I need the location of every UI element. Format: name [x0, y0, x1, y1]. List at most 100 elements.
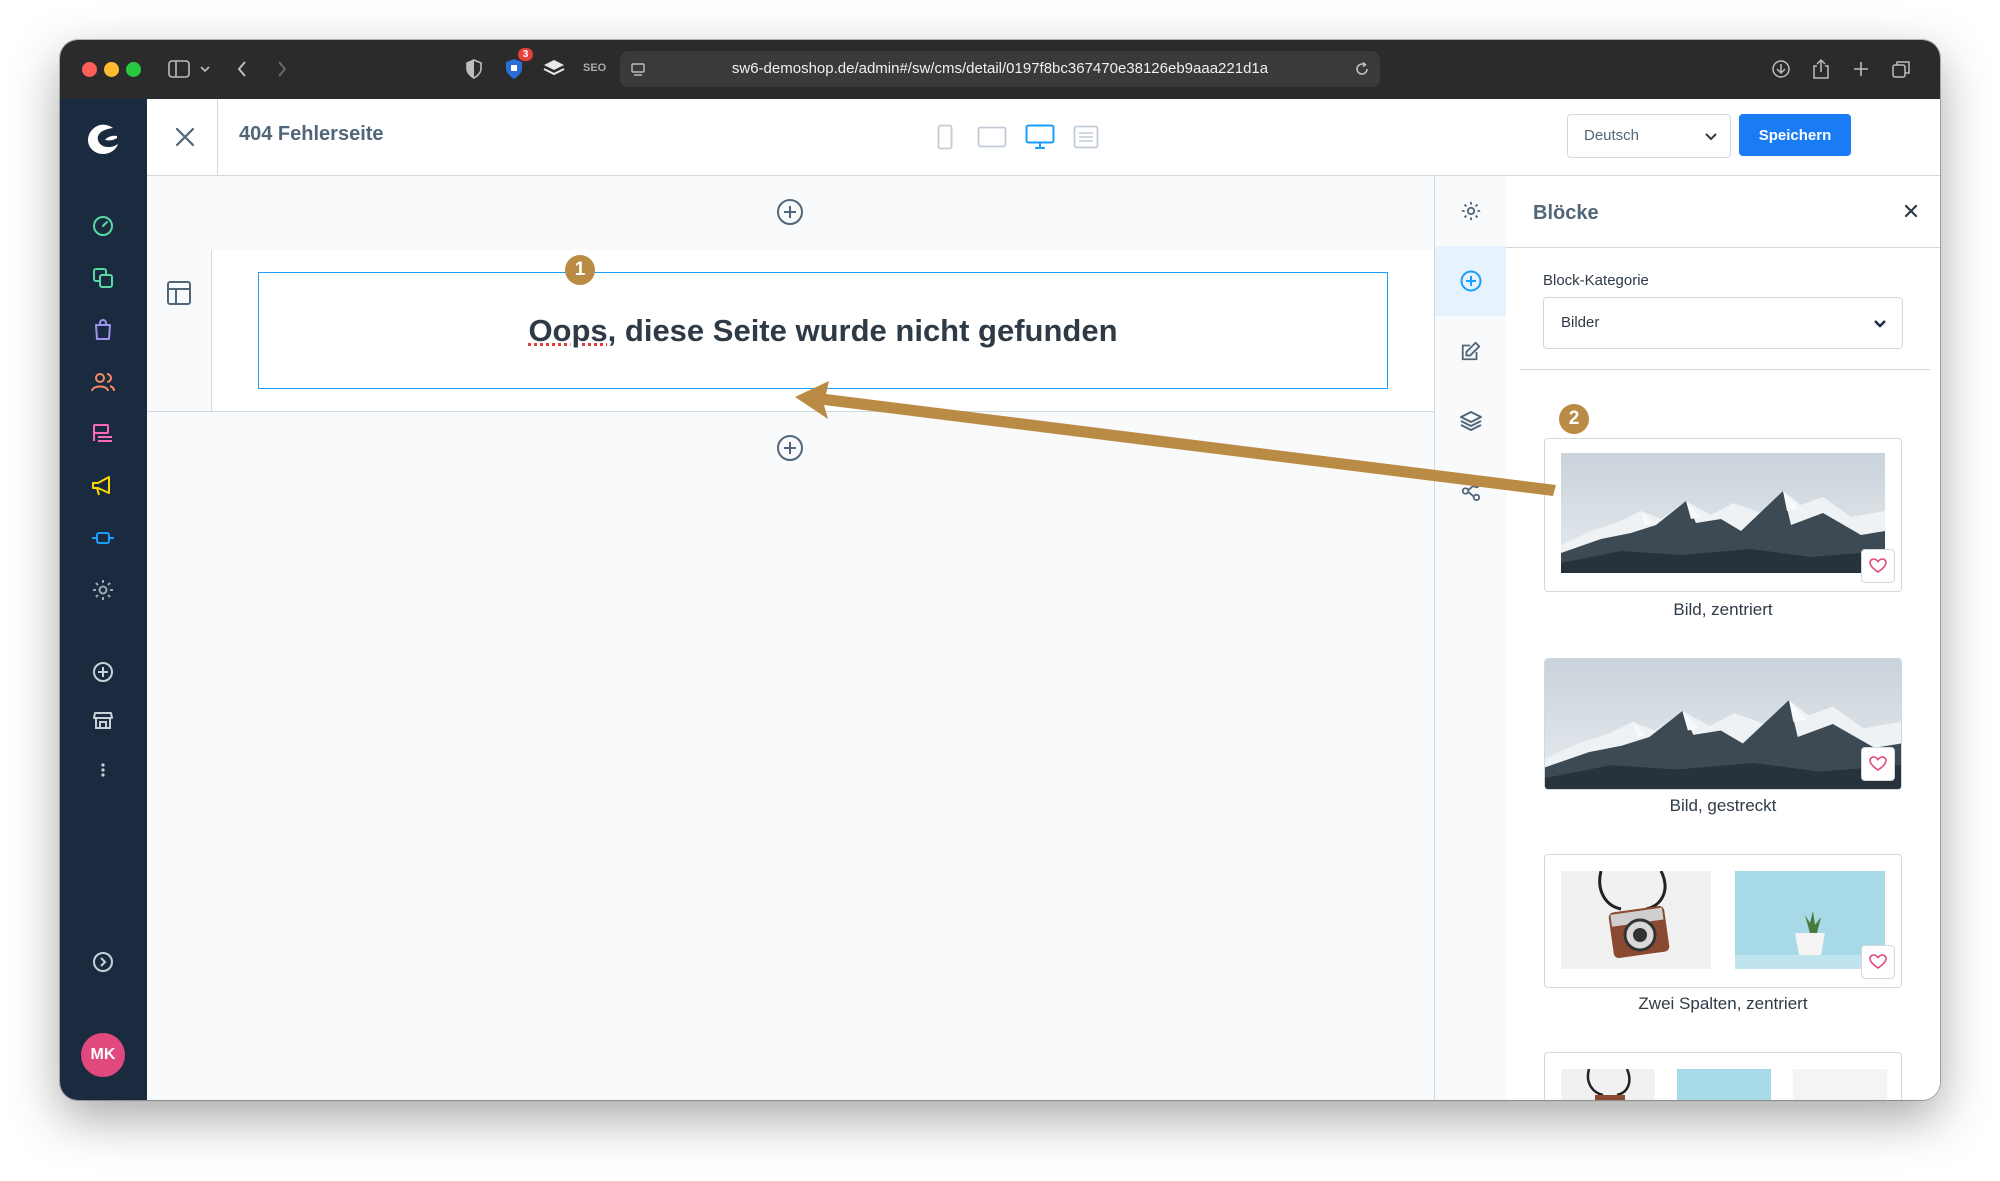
sidebar-toggle-icon[interactable]	[164, 56, 194, 82]
page-title: 404 Fehlerseite	[239, 123, 384, 145]
back-arrow-icon[interactable]	[232, 56, 252, 82]
chevron-down-icon[interactable]	[198, 56, 212, 82]
block-heading[interactable]: Oops, diese Seite wurde nicht gefunden	[259, 313, 1387, 349]
plus-circle-icon	[1460, 270, 1481, 292]
block-tile-three-columns[interactable]	[1544, 1052, 1902, 1100]
dashboard-icon[interactable]	[88, 211, 118, 241]
new-tab-icon[interactable]	[1848, 56, 1874, 82]
section-layout-icon[interactable]	[165, 279, 193, 312]
layers-extension-icon[interactable]	[542, 56, 566, 82]
catalogue-icon[interactable]	[88, 263, 118, 293]
tablet-view-icon[interactable]	[975, 121, 1009, 153]
favorite-heart-button[interactable]	[1861, 747, 1895, 781]
seo-extension-label[interactable]: SEO	[583, 62, 606, 74]
block-tile-image-centered[interactable]	[1544, 438, 1902, 592]
plus-circle-icon	[777, 435, 803, 461]
panel-divider	[1520, 369, 1930, 370]
heart-icon	[1869, 954, 1887, 969]
camera-thumbnail	[1561, 871, 1711, 969]
downloads-icon[interactable]	[1768, 56, 1794, 82]
form-view-icon[interactable]	[1071, 121, 1101, 153]
close-icon	[175, 127, 195, 147]
block-tile-label: Bild, zentriert	[1673, 600, 1773, 619]
sales-channel-store-icon[interactable]	[88, 705, 118, 735]
add-extension-plus-icon[interactable]	[88, 657, 118, 687]
favorite-heart-button[interactable]	[1861, 945, 1895, 979]
add-section-top-button[interactable]	[776, 198, 804, 226]
block-tile-label: Zwei Spalten, zentriert	[1638, 994, 1808, 1013]
settings-gear-icon[interactable]	[88, 575, 118, 605]
camera-thumbnail	[1561, 1069, 1655, 1100]
zoom-window-button[interactable]	[126, 62, 141, 77]
annotation-marker-2: 2	[1559, 404, 1589, 434]
forward-arrow-icon[interactable]	[272, 56, 292, 82]
layers-icon	[1459, 411, 1482, 432]
annotation-marker-1: 1	[565, 255, 595, 285]
chevron-down-icon	[1874, 316, 1886, 334]
desktop-view-icon[interactable]	[1023, 121, 1057, 153]
language-select[interactable]: Deutsch	[1567, 114, 1731, 158]
mobile-view-icon[interactable]	[931, 121, 959, 153]
content-icon[interactable]	[88, 419, 118, 449]
reload-icon[interactable]	[1352, 56, 1372, 82]
cms-header: 404 Fehlerseite Deutsch Speichern	[147, 99, 1940, 176]
language-value: Deutsch	[1584, 127, 1640, 144]
cms-canvas: Oops, diese Seite wurde nicht gefunden 1	[147, 176, 1434, 1100]
orders-icon[interactable]	[88, 315, 118, 345]
category-label: Block-Kategorie	[1543, 272, 1649, 289]
privacy-shield-icon[interactable]	[462, 56, 486, 82]
extension-badge: 3	[518, 48, 533, 61]
mountain-thumbnail	[1545, 659, 1901, 789]
more-dots-icon[interactable]	[88, 755, 118, 785]
panel-title: Blöcke	[1533, 202, 1599, 224]
plant-thumbnail	[1677, 1069, 1771, 1100]
save-button[interactable]: Speichern	[1739, 114, 1851, 156]
panel-divider	[1506, 247, 1940, 248]
close-window-button[interactable]	[82, 62, 97, 77]
assignment-tab[interactable]	[1435, 456, 1506, 526]
edit-tab[interactable]	[1435, 316, 1506, 386]
address-bar[interactable]: sw6-demoshop.de/admin#/sw/cms/detail/019…	[620, 51, 1380, 87]
minimize-window-button[interactable]	[104, 62, 119, 77]
blocks-tab[interactable]	[1435, 246, 1506, 316]
close-icon	[1904, 204, 1918, 218]
sunglasses-thumbnail	[1793, 1069, 1887, 1100]
section-settings-rail[interactable]	[147, 250, 212, 411]
plus-circle-icon	[777, 199, 803, 225]
tab-overview-icon[interactable]	[1888, 56, 1914, 82]
block-tile-label: Bild, gestreckt	[1669, 796, 1777, 815]
text-block[interactable]: Oops, diese Seite wurde nicht gefunden	[258, 272, 1388, 389]
browser-toolbar: 3 SEO sw6-demoshop.de/admin#/sw/cms/deta…	[60, 40, 1940, 100]
shopware-logo-icon[interactable]	[83, 119, 123, 159]
sidebar-tab-rail	[1434, 176, 1507, 1100]
add-section-bottom-button[interactable]	[776, 434, 804, 462]
mountain-thumbnail	[1561, 453, 1885, 573]
page-settings-tab[interactable]	[1435, 176, 1506, 246]
extensions-icon[interactable]	[88, 523, 118, 553]
gear-icon	[1461, 201, 1480, 221]
category-value: Bilder	[1561, 314, 1600, 331]
category-select[interactable]: Bilder	[1543, 297, 1903, 349]
marketing-icon[interactable]	[88, 471, 118, 501]
expand-sidebar-icon[interactable]	[88, 947, 118, 977]
chevron-down-icon	[1704, 129, 1718, 147]
favorite-heart-button[interactable]	[1861, 549, 1895, 583]
header-divider	[217, 99, 218, 175]
edit-icon	[1461, 341, 1480, 361]
block-tile-image-stretched[interactable]	[1544, 658, 1902, 790]
close-editor-button[interactable]	[167, 119, 203, 155]
block-tile-two-columns-centered[interactable]	[1544, 854, 1902, 988]
browser-window: 3 SEO sw6-demoshop.de/admin#/sw/cms/deta…	[60, 40, 1940, 1100]
heart-icon	[1869, 756, 1887, 771]
misspelled-word: Oops	[528, 313, 608, 348]
user-avatar[interactable]: MK	[81, 1033, 125, 1077]
layers-tab[interactable]	[1435, 386, 1506, 456]
heart-icon	[1869, 558, 1887, 573]
admin-sidebar: MK	[60, 99, 147, 1100]
share-icon[interactable]	[1808, 56, 1834, 82]
close-panel-button[interactable]	[1904, 204, 1918, 223]
section-border-bottom	[147, 411, 1434, 412]
url-text: sw6-demoshop.de/admin#/sw/cms/detail/019…	[731, 60, 1269, 77]
customers-icon[interactable]	[88, 367, 118, 397]
share-nodes-icon	[1461, 480, 1480, 502]
